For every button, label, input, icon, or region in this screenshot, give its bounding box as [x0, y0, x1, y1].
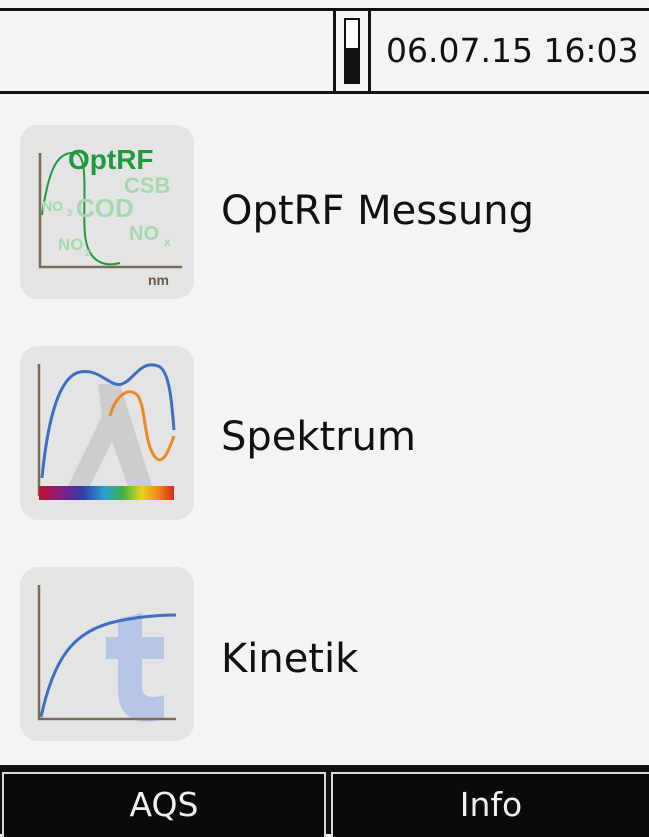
optrf-icon-no3-sub: 3 [67, 208, 72, 218]
battery-icon [344, 18, 360, 84]
optrf-icon-no2-sub: 2 [85, 248, 90, 258]
optrf-icon-title: OptRF [68, 144, 154, 175]
menu-label-optrf-messung: OptRF Messung [221, 188, 534, 234]
optrf-icon-cod: COD [76, 193, 134, 223]
status-bar: 06.07.15 16:03 [0, 8, 649, 94]
menu-label-spektrum: Spektrum [221, 414, 416, 460]
optrf-icon-nm: nm [148, 272, 169, 288]
menu-item-optrf-messung[interactable]: OptRF CSB NO 3 COD NO x NO 2 nm OptRF Me… [0, 118, 649, 299]
menu-item-kinetik[interactable]: Kinetik [0, 560, 649, 741]
battery-cell [333, 11, 371, 91]
softkey-bar: AQS Info [0, 765, 649, 837]
spectrum-icon [20, 346, 194, 520]
optrf-icon-no3: NO [42, 198, 63, 214]
optrf-icon: OptRF CSB NO 3 COD NO x NO 2 nm [20, 125, 194, 299]
menu-label-kinetik: Kinetik [221, 636, 359, 682]
info-button[interactable]: Info [331, 772, 649, 837]
battery-level-fill [346, 47, 358, 82]
optrf-icon-nox-sub: x [164, 235, 171, 249]
optrf-icon-nox: NO [129, 223, 159, 245]
date-time: 06.07.15 16:03 [386, 31, 639, 70]
aqs-button[interactable]: AQS [2, 772, 326, 837]
optrf-icon-no2: NO [58, 235, 84, 254]
kinetics-icon [20, 567, 194, 741]
menu-item-spektrum[interactable]: Spektrum [0, 340, 649, 520]
